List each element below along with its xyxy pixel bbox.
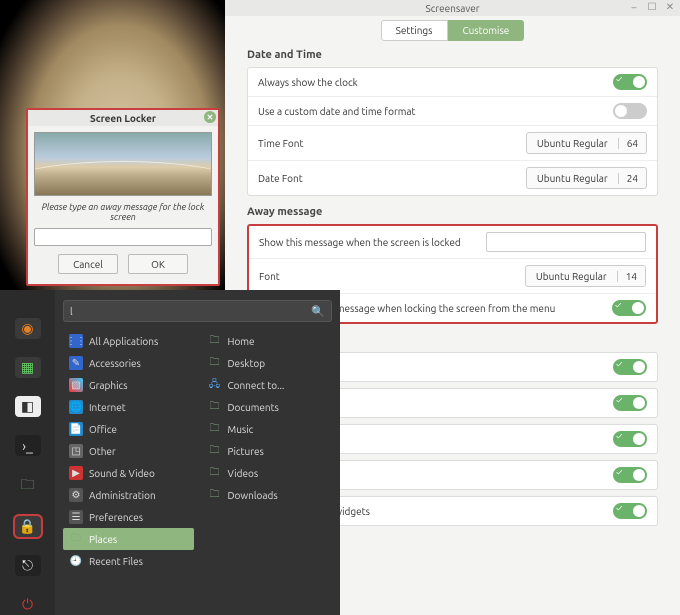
screen-locker-dialog: Screen Locker ✕ Please type an away mess…: [26, 108, 220, 286]
heading-away-message: Away message: [247, 206, 658, 218]
launcher-bar: ◉ ▦ ◧ ›_ 🗀 🔒 ⎋ ⏻: [0, 290, 55, 615]
launcher-logout-icon[interactable]: ⎋: [15, 555, 41, 576]
menu-search-input[interactable]: [70, 306, 311, 317]
label-custom-format: Use a custom date and time format: [258, 106, 613, 117]
cat-recent-files[interactable]: 🕘Recent Files: [63, 550, 194, 572]
tab-customise[interactable]: Customise: [448, 20, 525, 41]
place-desktop[interactable]: 🗀Desktop: [202, 352, 333, 374]
label-show-message: Show this message when the screen is loc…: [259, 237, 486, 248]
launcher-firefox-icon[interactable]: ◉: [15, 318, 41, 339]
locker-prompt: Please type an away message for the lock…: [34, 202, 212, 222]
cat-office[interactable]: 📄Office: [63, 418, 194, 440]
menu-search[interactable]: 🔍: [63, 300, 332, 322]
away-message-input[interactable]: [486, 232, 646, 252]
date-font-button[interactable]: Ubuntu Regular 24: [526, 167, 647, 189]
heading-date-time: Date and Time: [247, 49, 658, 61]
label-always-show-clock: Always show the clock: [258, 77, 613, 88]
window-title: Screensaver: [425, 3, 479, 14]
tab-bar: Settings Customise: [225, 16, 680, 49]
away-font-button[interactable]: Ubuntu Regular 14: [525, 265, 646, 287]
toggle-unknown1[interactable]: [613, 431, 647, 447]
launcher-lock-icon[interactable]: 🔒: [15, 516, 41, 537]
locker-ok-button[interactable]: OK: [128, 254, 188, 274]
place-connect[interactable]: 🖧Connect to...: [202, 374, 333, 396]
category-column: ⋮⋮All Applications ✎Accessories ▧Graphic…: [63, 330, 194, 605]
place-videos[interactable]: 🗀Videos: [202, 462, 333, 484]
launcher-files-icon[interactable]: 🗀: [15, 474, 41, 498]
locker-message-input[interactable]: [34, 228, 212, 246]
cat-administration[interactable]: ⚙Administration: [63, 484, 194, 506]
cat-all-applications[interactable]: ⋮⋮All Applications: [63, 330, 194, 352]
locker-title-text: Screen Locker: [90, 113, 156, 124]
launcher-app2-icon[interactable]: ◧: [15, 396, 41, 417]
locker-titlebar: Screen Locker ✕: [28, 110, 218, 126]
place-documents[interactable]: 🗀Documents: [202, 396, 333, 418]
application-menu: ◉ ▦ ◧ ›_ 🗀 🔒 ⎋ ⏻ 🔍 ⋮⋮All Applications ✎A…: [0, 290, 340, 615]
locker-close-button[interactable]: ✕: [204, 111, 216, 123]
place-pictures[interactable]: 🗀Pictures: [202, 440, 333, 462]
search-icon: 🔍: [311, 305, 325, 318]
minimize-button[interactable]: –: [628, 1, 640, 13]
close-button[interactable]: ✕: [664, 1, 676, 13]
toggle-ask-custom[interactable]: [612, 300, 646, 316]
place-music[interactable]: 🗀Music: [202, 418, 333, 440]
cat-internet[interactable]: 🌐Internet: [63, 396, 194, 418]
tab-settings[interactable]: Settings: [381, 20, 448, 41]
place-downloads[interactable]: 🗀Downloads: [202, 484, 333, 506]
locker-preview-image: [34, 132, 212, 196]
cat-preferences[interactable]: ☰Preferences: [63, 506, 194, 528]
section-date-time: Date and Time Always show the clock Use …: [225, 49, 680, 206]
place-home[interactable]: 🗀Home: [202, 330, 333, 352]
maximize-button[interactable]: ☐: [646, 1, 658, 13]
toggle-controls[interactable]: [613, 395, 647, 411]
label-away-font: Font: [259, 271, 525, 282]
time-font-button[interactable]: Ubuntu Regular 64: [526, 132, 647, 154]
label-time-font: Time Font: [258, 138, 526, 149]
launcher-terminal-icon[interactable]: ›_: [15, 435, 41, 456]
toggle-unknown2[interactable]: [613, 467, 647, 483]
window-titlebar: Screensaver – ☐ ✕: [225, 0, 680, 16]
toggle-shortcuts[interactable]: [613, 359, 647, 375]
cat-places[interactable]: 🗀Places: [63, 528, 194, 550]
cat-accessories[interactable]: ✎Accessories: [63, 352, 194, 374]
toggle-custom-format[interactable]: [613, 103, 647, 119]
locker-cancel-button[interactable]: Cancel: [58, 254, 118, 274]
cat-sound-video[interactable]: ▶Sound & Video: [63, 462, 194, 484]
cat-graphics[interactable]: ▧Graphics: [63, 374, 194, 396]
cat-other[interactable]: ◳Other: [63, 440, 194, 462]
places-column: 🗀Home 🗀Desktop 🖧Connect to... 🗀Documents…: [202, 330, 333, 605]
label-date-font: Date Font: [258, 173, 526, 184]
toggle-album-art[interactable]: [613, 503, 647, 519]
toggle-always-show-clock[interactable]: [613, 74, 647, 90]
launcher-app1-icon[interactable]: ▦: [15, 357, 41, 378]
launcher-power-icon[interactable]: ⏻: [15, 594, 41, 615]
